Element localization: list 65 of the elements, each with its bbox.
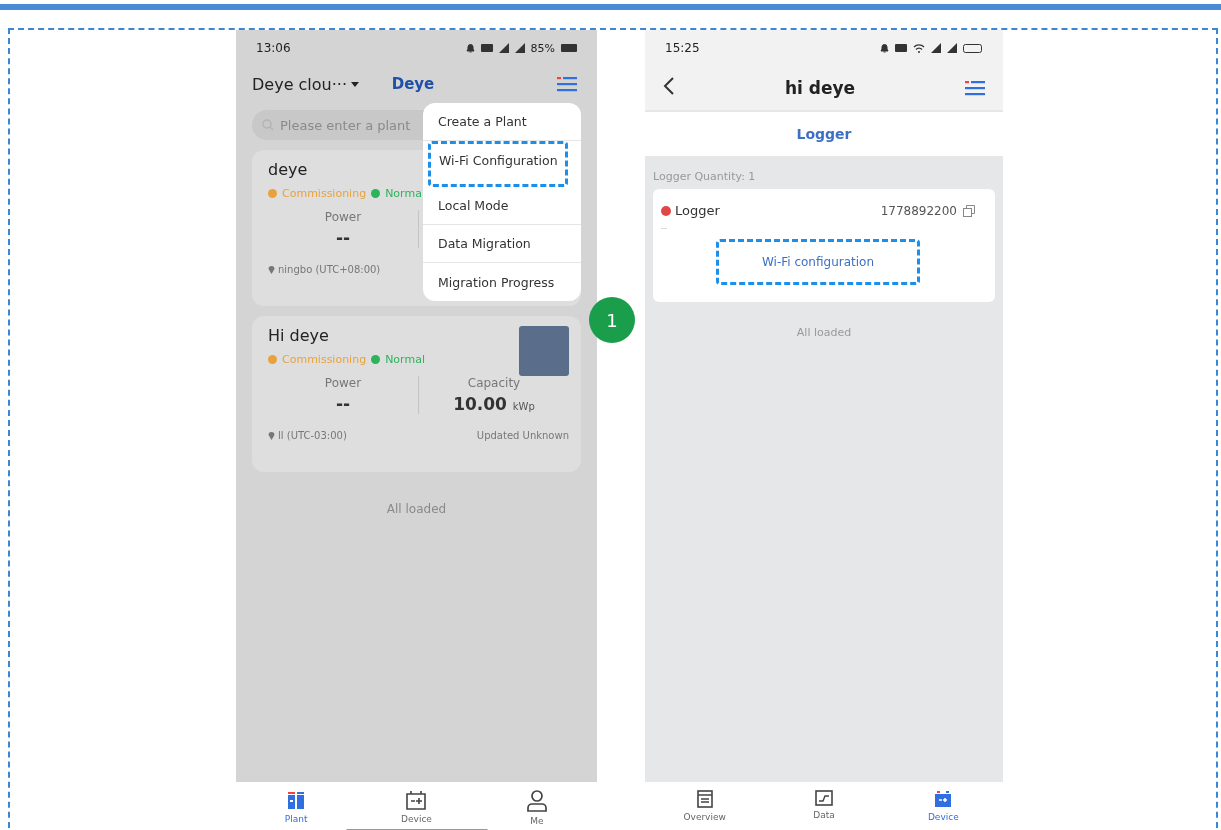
location-text: ningbo (UTC+08:00) — [278, 264, 381, 275]
menu-item[interactable]: Create a Plant — [423, 103, 581, 141]
menu-item[interactable]: Data Migration — [423, 225, 581, 263]
quantity-text: Logger Quantity: 1 — [652, 169, 757, 185]
plant-icon — [287, 790, 306, 810]
location-text: ll (UTC-03:00) — [278, 430, 347, 441]
status-time: 13:06 — [256, 41, 291, 55]
serial-number: 1778892200 — [880, 203, 957, 218]
copy-icon[interactable] — [963, 204, 975, 217]
status-label: Commissioning — [282, 353, 367, 366]
updated-text: Updated Unknown — [476, 430, 569, 441]
wifi-icon — [913, 43, 925, 53]
account-dropdown[interactable]: Deye clou··· — [252, 74, 359, 94]
metric-value: 10.00 kWp — [453, 394, 535, 414]
bell-icon — [465, 43, 475, 53]
tab-item[interactable]: Plant — [236, 782, 357, 830]
status-dot-icon — [268, 189, 277, 198]
battery-level: 85% — [530, 41, 555, 55]
tab-item[interactable]: Data — [764, 782, 884, 830]
section-tab[interactable]: Logger — [790, 125, 858, 143]
status-label: Commissioning — [282, 187, 367, 200]
menu-item[interactable]: Wi-Fi Configuration — [428, 141, 568, 187]
bell-icon — [880, 43, 889, 53]
list-end-text: All loaded — [385, 502, 448, 516]
tab-item[interactable]: Device — [883, 782, 1003, 830]
location-pin-icon — [268, 431, 275, 440]
status-label: Normal — [385, 353, 425, 366]
menu-item[interactable]: Migration Progress — [423, 263, 581, 301]
status-time: 15:25 — [665, 41, 700, 55]
status-label: Norma — [385, 187, 422, 200]
step-badge: 1 — [589, 297, 635, 343]
battery-icon — [561, 44, 577, 52]
list-end-text: All loaded — [795, 326, 853, 339]
logger-name: Logger — [661, 203, 720, 218]
battery-icon — [405, 790, 428, 810]
wifi-configuration-link[interactable]: Wi-Fi configuration — [715, 239, 920, 285]
plant-card[interactable]: Hi deye Commissioning Normal Power -- Capacity 10.00 kWp ll (UTC-03:00) Updated Unknown — [252, 316, 581, 472]
tab-item[interactable]: Device — [356, 782, 477, 830]
chart-icon — [815, 790, 833, 806]
plant-name: deye — [268, 160, 308, 179]
metric-label: Capacity — [467, 376, 521, 390]
plant-name: Hi deye — [268, 326, 329, 345]
metric-value: -- — [335, 394, 351, 414]
signal-icon — [498, 43, 509, 53]
metric-label: Power — [324, 376, 362, 390]
metric-value: -- — [335, 228, 351, 248]
tab-item[interactable]: Overview — [645, 782, 765, 830]
tab-item[interactable]: Me — [476, 782, 597, 830]
person-icon — [526, 790, 547, 812]
status-dot-icon — [371, 355, 381, 364]
location-pin-icon — [268, 265, 275, 274]
page-title: hi deye — [784, 78, 856, 98]
status-dot-icon — [371, 189, 381, 198]
menu-item[interactable]: Local Mode — [423, 187, 581, 225]
menu-icon[interactable] — [965, 80, 985, 96]
battery-icon — [963, 43, 983, 53]
status-dot-icon — [268, 355, 277, 364]
caret-icon — [351, 81, 359, 87]
menu-icon[interactable] — [557, 76, 577, 92]
metric-label: Power — [324, 210, 362, 224]
logo: Deye — [391, 75, 435, 93]
document-icon — [696, 790, 713, 808]
battery-icon — [934, 790, 953, 808]
detail-text: -- — [661, 224, 668, 233]
signal-icon — [514, 43, 525, 53]
